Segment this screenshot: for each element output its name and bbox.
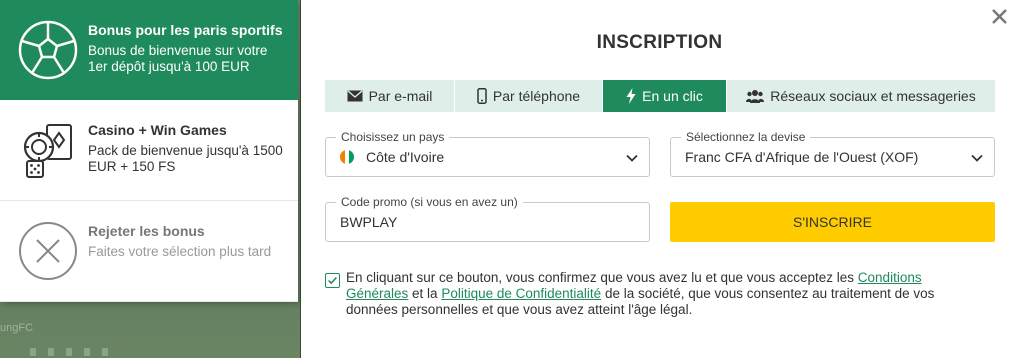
- background-dots: [30, 348, 110, 356]
- bonus-item-sports[interactable]: Bonus pour les paris sportifs Bonus de b…: [0, 0, 298, 100]
- modal-title: INSCRIPTION: [596, 32, 723, 53]
- currency-label: Sélectionnez la devise: [681, 130, 811, 144]
- bonus-title: Rejeter les bonus: [88, 223, 205, 239]
- cote-divoire-flag-icon: [340, 150, 354, 164]
- users-icon: [746, 90, 765, 103]
- consent-text: En cliquant sur ce bouton, vous confirme…: [346, 270, 975, 318]
- bonus-description: Pack de bienvenue jusqu'à 1500 EUR + 150…: [88, 143, 283, 174]
- currency-value: Franc CFA d'Afrique de l'Ouest (XOF): [685, 149, 919, 165]
- chevron-down-icon: [971, 154, 983, 162]
- consent-text-before: En cliquant sur ce bouton, vous confirme…: [346, 270, 858, 285]
- bonus-title: Casino + Win Games: [88, 122, 227, 138]
- country-label: Choisissez un pays: [336, 130, 450, 144]
- tab-label: Par téléphone: [492, 88, 581, 104]
- bonus-description: Bonus de bienvenue sur votre 1er dépôt j…: [88, 43, 268, 74]
- background-text-fragment: ungFC: [0, 322, 34, 334]
- bonus-title: Bonus pour les paris sportifs: [88, 22, 283, 38]
- promo-label: Code promo (si vous en avez un): [336, 195, 523, 209]
- bonus-panel: Bonus pour les paris sportifs Bonus de b…: [0, 0, 298, 302]
- consent-checkbox[interactable]: [325, 273, 340, 288]
- consent-text-middle: et la: [408, 286, 442, 301]
- soccer-ball-icon: [18, 20, 78, 80]
- tab-phone[interactable]: Par téléphone: [455, 80, 603, 112]
- country-select[interactable]: Choisissez un pays Côte d'Ivoire: [325, 130, 650, 177]
- tab-social[interactable]: Réseaux sociaux et messageries: [727, 80, 995, 112]
- register-button[interactable]: S'INSCRIRE: [670, 202, 995, 242]
- lightning-icon: [626, 88, 636, 104]
- bonus-item-reject[interactable]: Rejeter les bonus Faites votre sélection…: [0, 201, 298, 302]
- phone-icon: [477, 88, 487, 104]
- tab-label: En un clic: [642, 88, 703, 104]
- tab-label: Par e-mail: [368, 88, 433, 104]
- bonus-item-casino[interactable]: Casino + Win Games Pack de bienvenue jus…: [0, 100, 298, 201]
- tab-email[interactable]: Par e-mail: [325, 80, 455, 112]
- registration-modal: INSCRIPTION Par e-mail Par téléphone En …: [301, 0, 1018, 358]
- tab-one-click[interactable]: En un clic: [603, 80, 727, 112]
- promo-code-input[interactable]: Code promo (si vous en avez un) BWPLAY: [325, 195, 650, 242]
- casino-chips-cards-icon: [23, 124, 72, 178]
- reject-x-icon: [19, 222, 77, 280]
- envelope-icon: [347, 90, 363, 102]
- registration-tabs: Par e-mail Par téléphone En un clic Rése…: [325, 80, 995, 112]
- country-value: Côte d'Ivoire: [366, 149, 445, 165]
- consent-block: En cliquant sur ce bouton, vous confirme…: [325, 270, 975, 318]
- currency-select[interactable]: Sélectionnez la devise Franc CFA d'Afriq…: [670, 130, 995, 177]
- bonus-description: Faites votre sélection plus tard: [88, 244, 272, 259]
- chevron-down-icon: [626, 154, 638, 162]
- close-icon[interactable]: [990, 7, 1010, 27]
- tab-label: Réseaux sociaux et messageries: [770, 88, 976, 104]
- promo-value: BWPLAY: [340, 214, 398, 230]
- privacy-policy-link[interactable]: Politique de Confidentialité: [441, 286, 601, 301]
